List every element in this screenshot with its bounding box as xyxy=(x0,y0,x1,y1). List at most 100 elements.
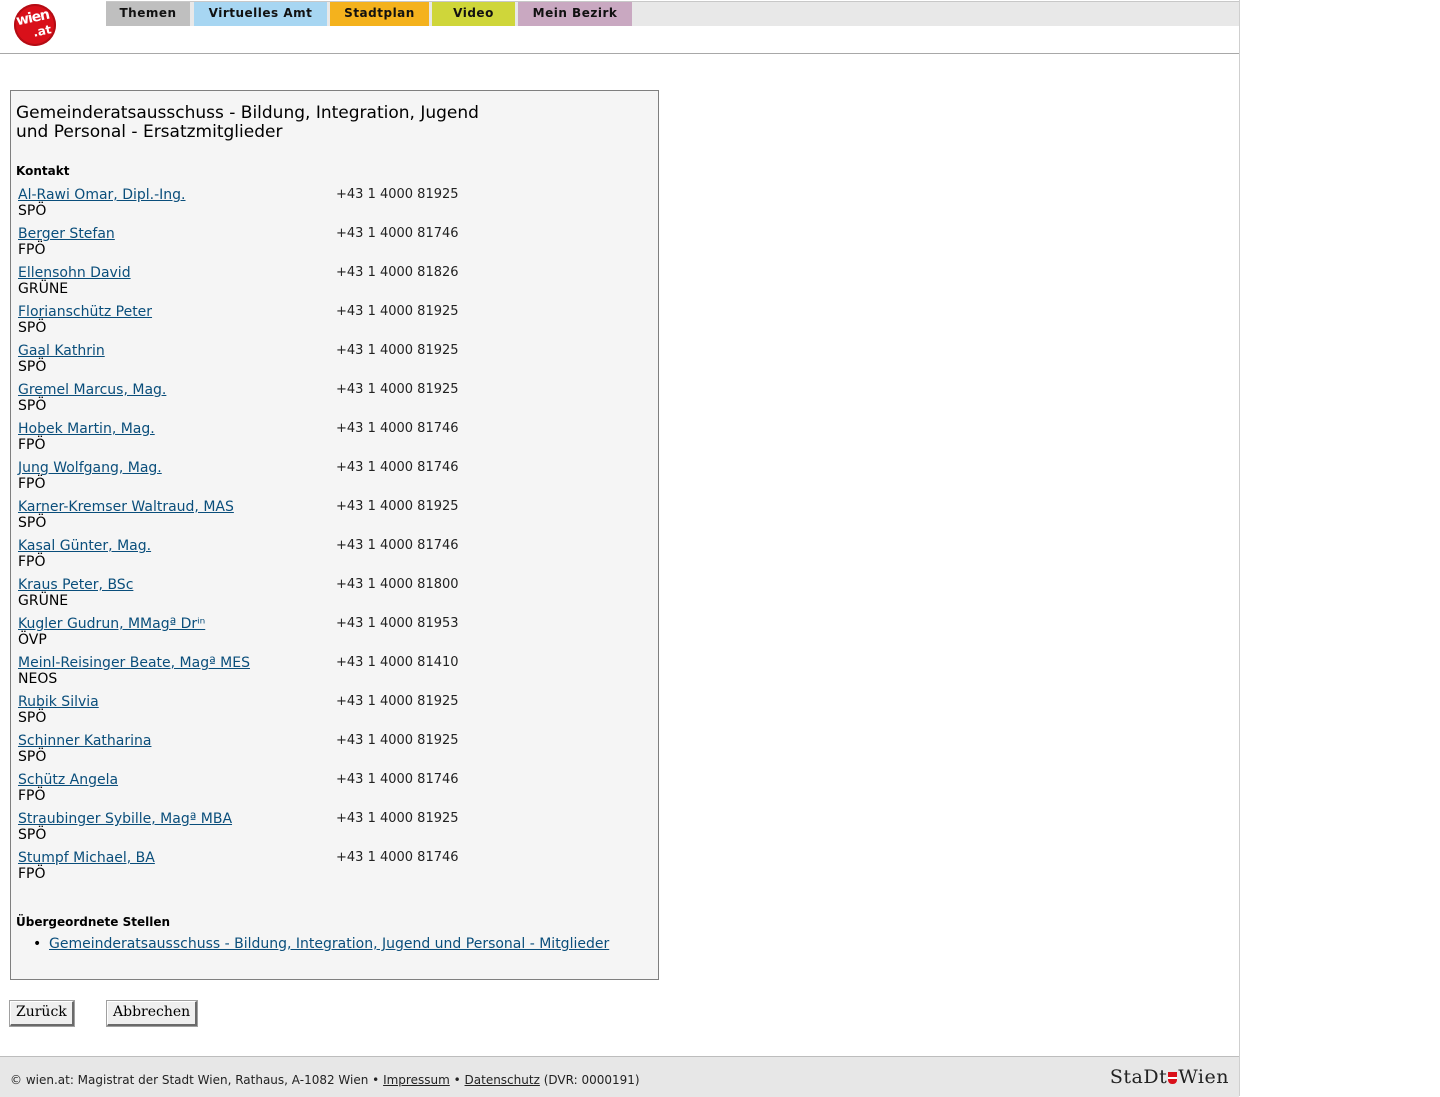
page-title: Gemeinderatsausschuss - Bildung, Integra… xyxy=(16,104,486,142)
contact-row: Ellensohn David GRÜNE +43 1 4000 81826 xyxy=(18,265,638,304)
footer-copyright: © wien.at: Magistrat der Stadt Wien, Rat… xyxy=(10,1073,380,1087)
list-item: Gemeinderatsausschuss - Bildung, Integra… xyxy=(16,936,609,952)
contact-phone: +43 1 4000 81410 xyxy=(336,655,459,670)
back-button[interactable]: Zurück xyxy=(10,1001,74,1026)
contact-phone: +43 1 4000 81746 xyxy=(336,226,459,241)
contact-phone: +43 1 4000 81925 xyxy=(336,343,459,358)
contact-party: FPÖ xyxy=(18,476,46,492)
contact-phone: +43 1 4000 81800 xyxy=(336,577,459,592)
contact-party: NEOS xyxy=(18,671,58,687)
contact-party: SPÖ xyxy=(18,710,47,726)
contact-name-link[interactable]: Stumpf Michael, BA xyxy=(18,850,155,866)
parent-units-list: Gemeinderatsausschuss - Bildung, Integra… xyxy=(16,936,609,952)
tab-video[interactable]: Video xyxy=(432,2,515,26)
stadt-wien-logo-left: StaDt xyxy=(1109,1066,1168,1088)
contact-party: SPÖ xyxy=(18,749,47,765)
contact-phone: +43 1 4000 81925 xyxy=(336,811,459,826)
contact-party: SPÖ xyxy=(18,515,47,531)
stadt-wien-logo-right: Wien xyxy=(1178,1066,1229,1088)
contact-name-link[interactable]: Rubik Silvia xyxy=(18,694,99,710)
contact-row: Stumpf Michael, BA FPÖ +43 1 4000 81746 xyxy=(18,850,638,889)
contact-name-link[interactable]: Florianschütz Peter xyxy=(18,304,152,320)
contact-row: Schinner Katharina SPÖ +43 1 4000 81925 xyxy=(18,733,638,772)
contact-phone: +43 1 4000 81925 xyxy=(336,304,459,319)
logo-text-at: .at xyxy=(31,22,53,40)
contact-row: Kugler Gudrun, MMagª Drⁱⁿ ÖVP +43 1 4000 8… xyxy=(18,616,638,655)
contact-name-link[interactable]: Schütz Angela xyxy=(18,772,118,788)
footer-text: © wien.at: Magistrat der Stadt Wien, Rat… xyxy=(10,1073,640,1087)
footer-separator: • xyxy=(453,1073,461,1087)
tab-themen[interactable]: Themen xyxy=(106,2,190,26)
contact-row: Rubik Silvia SPÖ +43 1 4000 81925 xyxy=(18,694,638,733)
impressum-link[interactable]: Impressum xyxy=(383,1073,450,1087)
contact-row: Florianschütz Peter SPÖ +43 1 4000 81925 xyxy=(18,304,638,343)
stadt-wien-logo[interactable]: StaDt Wien xyxy=(1110,1066,1229,1088)
parent-unit-link[interactable]: Gemeinderatsausschuss - Bildung, Integra… xyxy=(49,936,609,952)
contact-row: Straubinger Sybille, Magª MBA SPÖ +43 1 40… xyxy=(18,811,638,850)
contact-row: Jung Wolfgang, Mag. FPÖ +43 1 4000 81746 xyxy=(18,460,638,499)
contact-party: SPÖ xyxy=(18,398,47,414)
contact-party: SPÖ xyxy=(18,359,47,375)
contact-name-link[interactable]: Hobek Martin, Mag. xyxy=(18,421,155,437)
contact-name-link[interactable]: Kasal Günter, Mag. xyxy=(18,538,151,554)
contact-list: Al-Rawi Omar, Dipl.-Ing. SPÖ +43 1 4000 81… xyxy=(18,187,638,889)
contact-name-link[interactable]: Jung Wolfgang, Mag. xyxy=(18,460,162,476)
contact-name-link[interactable]: Ellensohn David xyxy=(18,265,131,281)
contact-name-link[interactable]: Meinl-Reisinger Beate, Magª MES xyxy=(18,655,250,671)
contact-name-link[interactable]: Schinner Katharina xyxy=(18,733,151,749)
page: wien .at Themen Virtuelles Amt Stadtplan… xyxy=(0,0,1240,1097)
tab-mein-bezirk[interactable]: Mein Bezirk xyxy=(518,2,632,26)
contact-row: Karner-Kremser Waltraud, MAS SPÖ +43 1 400… xyxy=(18,499,638,538)
contact-row: Gaal Kathrin SPÖ +43 1 4000 81925 xyxy=(18,343,638,382)
contact-name-link[interactable]: Straubinger Sybille, Magª MBA xyxy=(18,811,232,827)
contact-party: SPÖ xyxy=(18,320,47,336)
content-box: Gemeinderatsausschuss - Bildung, Integra… xyxy=(10,90,659,980)
contact-name-link[interactable]: Gremel Marcus, Mag. xyxy=(18,382,166,398)
contact-party: FPÖ xyxy=(18,554,46,570)
datenschutz-link[interactable]: Datenschutz xyxy=(465,1073,540,1087)
contact-phone: +43 1 4000 81925 xyxy=(336,694,459,709)
contact-row: Kasal Günter, Mag. FPÖ +43 1 4000 81746 xyxy=(18,538,638,577)
contact-name-link[interactable]: Al-Rawi Omar, Dipl.-Ing. xyxy=(18,187,186,203)
parent-units-heading: Übergeordnete Stellen xyxy=(16,915,171,929)
contact-party: ÖVP xyxy=(18,632,47,648)
footer: © wien.at: Magistrat der Stadt Wien, Rat… xyxy=(0,1056,1239,1097)
contact-phone: +43 1 4000 81746 xyxy=(336,772,459,787)
contact-phone: +43 1 4000 81925 xyxy=(336,187,459,202)
contact-phone: +43 1 4000 81953 xyxy=(336,616,459,631)
contact-phone: +43 1 4000 81746 xyxy=(336,538,459,553)
page-title-line1: Gemeinderatsausschuss - Bildung, Integra… xyxy=(16,103,479,123)
contact-party: SPÖ xyxy=(18,203,47,219)
contact-phone: +43 1 4000 81925 xyxy=(336,733,459,748)
contact-party: SPÖ xyxy=(18,827,47,843)
contact-heading: Kontakt xyxy=(16,164,70,178)
contact-party: FPÖ xyxy=(18,788,46,804)
contact-name-link[interactable]: Karner-Kremser Waltraud, MAS xyxy=(18,499,234,515)
page-title-line2: und Personal - Ersatzmitglieder xyxy=(16,122,283,142)
vienna-shield-icon xyxy=(1168,1072,1178,1084)
contact-party: GRÜNE xyxy=(18,593,69,609)
contact-row: Al-Rawi Omar, Dipl.-Ing. SPÖ +43 1 4000 81… xyxy=(18,187,638,226)
cancel-button[interactable]: Abbrechen xyxy=(107,1001,198,1026)
contact-row: Berger Stefan FPÖ +43 1 4000 81746 xyxy=(18,226,638,265)
contact-party: FPÖ xyxy=(18,437,46,453)
contact-name-link[interactable]: Kugler Gudrun, MMagª Drⁱⁿ xyxy=(18,616,205,632)
contact-party: FPÖ xyxy=(18,866,46,882)
main-navigation: Themen Virtuelles Amt Stadtplan Video Me… xyxy=(106,1,1239,26)
tab-virtuelles-amt[interactable]: Virtuelles Amt xyxy=(194,2,327,26)
contact-phone: +43 1 4000 81746 xyxy=(336,850,459,865)
contact-phone: +43 1 4000 81826 xyxy=(336,265,459,280)
contact-party: GRÜNE xyxy=(18,281,69,297)
contact-name-link[interactable]: Berger Stefan xyxy=(18,226,115,242)
contact-phone: +43 1 4000 81746 xyxy=(336,460,459,475)
contact-phone: +43 1 4000 81925 xyxy=(336,382,459,397)
contact-row: Hobek Martin, Mag. FPÖ +43 1 4000 81746 xyxy=(18,421,638,460)
tab-stadtplan[interactable]: Stadtplan xyxy=(330,2,429,26)
contact-row: Kraus Peter, BSc GRÜNE +43 1 4000 81800 xyxy=(18,577,638,616)
contact-phone: +43 1 4000 81925 xyxy=(336,499,459,514)
footer-dvr: (DVR: 0000191) xyxy=(543,1073,640,1087)
wien-at-logo[interactable]: wien .at xyxy=(14,4,56,46)
contact-party: FPÖ xyxy=(18,242,46,258)
contact-name-link[interactable]: Gaal Kathrin xyxy=(18,343,105,359)
contact-name-link[interactable]: Kraus Peter, BSc xyxy=(18,577,133,593)
